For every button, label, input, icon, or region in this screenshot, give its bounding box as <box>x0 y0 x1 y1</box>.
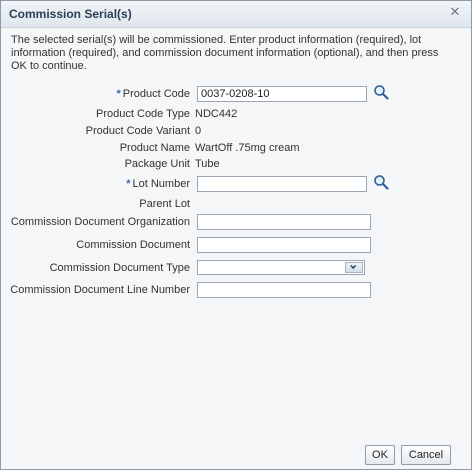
package-unit-row: Package Unit Tube <box>1 156 471 174</box>
product-code-label-text: Product Code <box>122 88 190 100</box>
product-code-label: * Product Code <box>116 88 190 100</box>
commission-document-organization-label: Commission Document Organization <box>10 216 190 228</box>
package-unit-value: Tube <box>195 158 220 170</box>
parent-lot-row: Parent Lot <box>1 196 471 214</box>
cancel-button[interactable]: Cancel <box>401 445 451 465</box>
commission-document-type-label: Commission Document Type <box>49 262 190 274</box>
dialog-title: Commission Serial(s) <box>9 7 132 21</box>
lot-number-label-text: Lot Number <box>132 178 190 190</box>
commission-document-type-row: Commission Document Type <box>1 260 471 278</box>
product-code-input[interactable] <box>197 86 367 102</box>
search-icon[interactable] <box>373 84 389 100</box>
commission-document-organization-row: Commission Document Organization <box>1 214 471 232</box>
commission-document-label: Commission Document <box>76 239 190 251</box>
lot-number-label: * Lot Number <box>126 178 190 190</box>
product-code-variant-value: 0 <box>195 125 202 137</box>
lot-number-input[interactable] <box>197 176 367 192</box>
ok-button[interactable]: OK <box>365 445 395 465</box>
commission-document-input[interactable] <box>197 237 371 253</box>
dropdown-button[interactable] <box>345 262 363 273</box>
commission-document-line-number-input[interactable] <box>197 282 371 298</box>
product-code-type-label: Product Code Type <box>96 108 190 120</box>
product-code-row: * Product Code <box>1 84 471 104</box>
commission-document-line-number-row: Commission Document Line Number <box>1 282 471 300</box>
commission-document-type-select[interactable] <box>197 260 365 275</box>
dialog-titlebar: Commission Serial(s) ✕ <box>1 1 471 28</box>
product-code-variant-label: Product Code Variant <box>85 125 190 137</box>
product-code-type-row: Product Code Type NDC442 <box>1 106 471 124</box>
commission-document-row: Commission Document <box>1 237 471 255</box>
commission-serials-dialog: Commission Serial(s) ✕ The selected seri… <box>0 0 472 470</box>
product-code-type-value: NDC442 <box>195 108 238 120</box>
commission-document-organization-input[interactable] <box>197 214 371 230</box>
product-name-value: WartOff .75mg cream <box>195 142 300 154</box>
chevron-down-icon <box>350 264 357 270</box>
required-marker: * <box>116 88 121 100</box>
product-name-label: Product Name <box>119 142 190 154</box>
lot-number-row: * Lot Number <box>1 174 471 194</box>
intro-text: The selected serial(s) will be commissio… <box>11 34 439 72</box>
parent-lot-label: Parent Lot <box>139 198 190 210</box>
package-unit-label: Package Unit <box>124 158 190 170</box>
search-icon[interactable] <box>373 174 389 190</box>
commission-document-line-number-label: Commission Document Line Number <box>10 284 190 296</box>
close-icon[interactable]: ✕ <box>448 5 462 19</box>
required-marker: * <box>126 178 131 190</box>
product-code-variant-row: Product Code Variant 0 <box>1 123 471 141</box>
